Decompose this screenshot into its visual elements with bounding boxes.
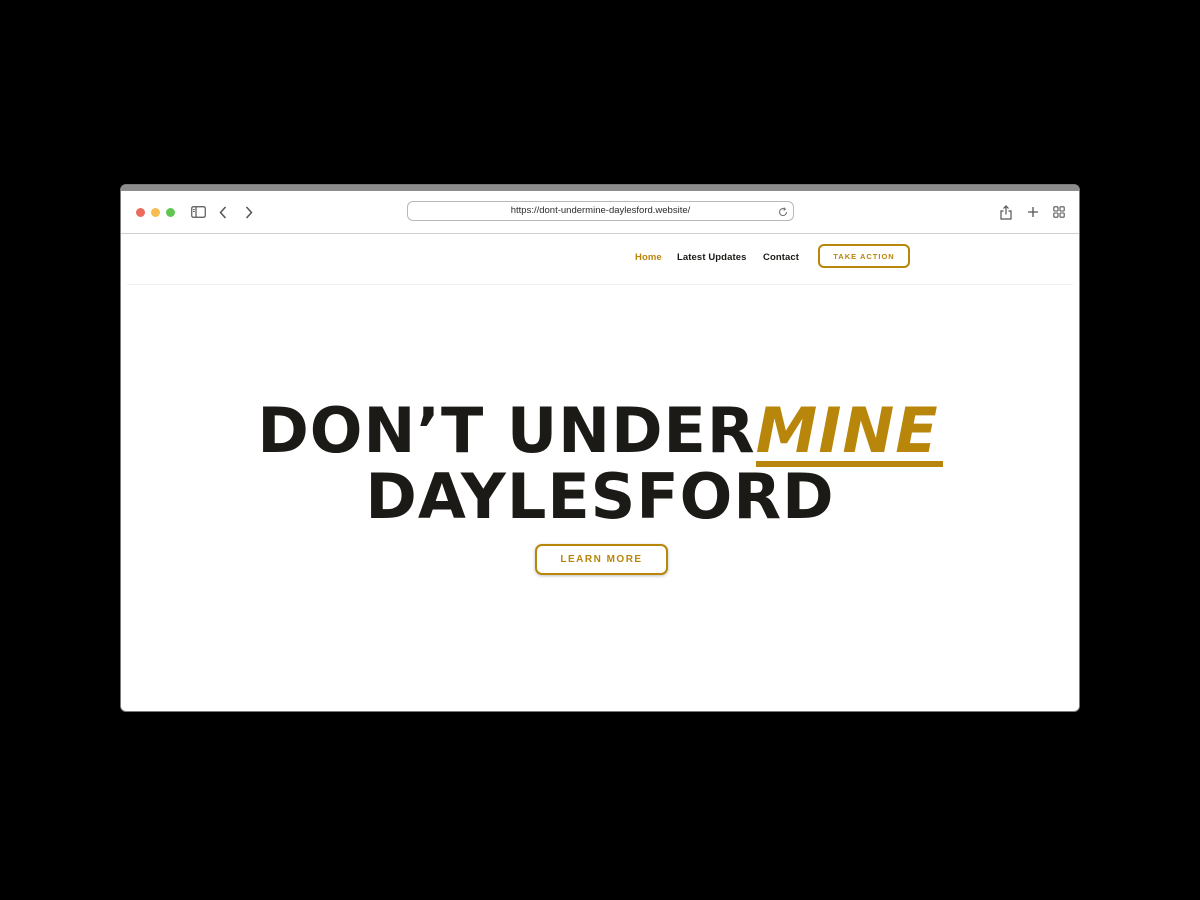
learn-more-button[interactable]: LEARN MORE [535,544,668,575]
reload-icon[interactable] [777,205,789,217]
url-text[interactable]: https://dont-undermine-daylesford.websit… [408,202,793,220]
browser-toolbar: https://dont-undermine-daylesford.websit… [121,191,1079,234]
hero-title-prefix: DON’T UNDER [257,394,756,467]
nav-link-latest-updates[interactable]: Latest Updates [677,252,747,263]
nav-link-contact[interactable]: Contact [763,252,799,263]
site-header: Home Latest Updates Contact TAKE ACTION [127,234,1073,285]
sidebar-icon[interactable] [189,201,207,223]
close-window-button[interactable] [136,208,145,217]
chevron-left-icon[interactable] [215,201,231,223]
hero-title-accent: MINE [755,400,943,467]
tab-overview-icon[interactable] [1050,201,1068,223]
take-action-button[interactable]: TAKE ACTION [818,244,910,268]
zoom-window-button[interactable] [166,208,175,217]
minimize-window-button[interactable] [151,208,160,217]
hero-title-line-2: DAYLESFORD [365,460,835,533]
chevron-right-icon[interactable] [241,201,257,223]
share-icon[interactable] [997,201,1015,223]
hero-title-line-1: DON’T UNDERMINE [121,394,1079,468]
nav-link-home[interactable]: Home [635,252,662,263]
browser-window: https://dont-undermine-daylesford.websit… [120,184,1080,712]
address-bar[interactable]: https://dont-undermine-daylesford.websit… [407,201,794,221]
website-viewport: Home Latest Updates Contact TAKE ACTION … [121,234,1079,711]
plus-icon[interactable] [1024,201,1042,223]
